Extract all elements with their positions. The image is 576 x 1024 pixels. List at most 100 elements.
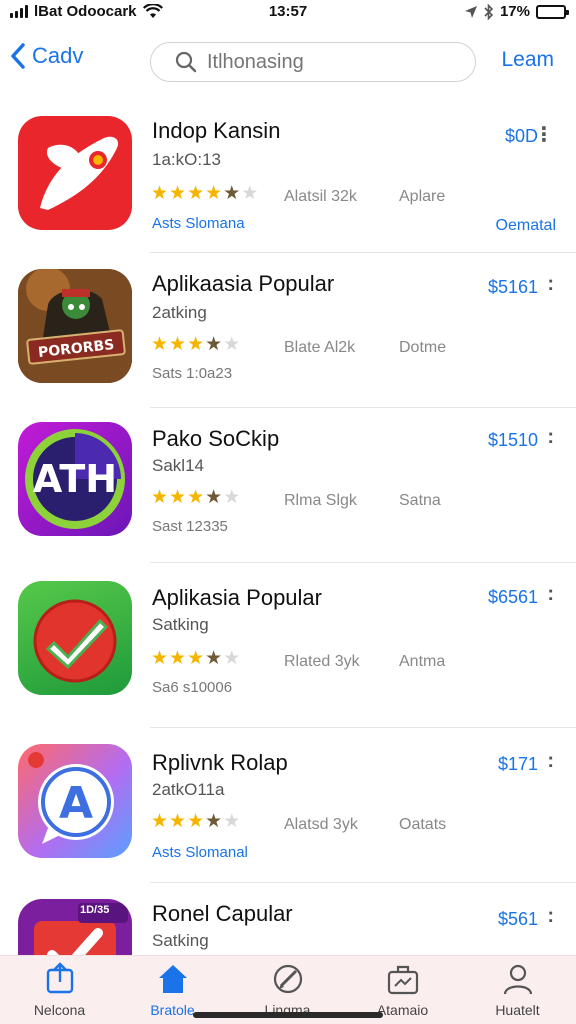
- list-item[interactable]: Ronel Capular Satking $561 :: [0, 883, 576, 958]
- battery-icon: [536, 4, 569, 19]
- star-rating: ★ ★ ★ ★ ★ ★: [151, 184, 258, 204]
- app-name[interactable]: Indop Kansin: [152, 118, 280, 144]
- pen-circle-icon: [273, 964, 302, 994]
- letter-a-chat-icon[interactable]: A: [18, 744, 132, 858]
- list-item[interactable]: Indop Kansin 1a:kO:13 ★ ★ ★ ★ ★ ★ Alatsil 32k…: [0, 98, 576, 253]
- star-icon: ★: [223, 334, 241, 355]
- back-label: Cadv: [32, 43, 84, 68]
- more-icon[interactable]: :: [547, 426, 554, 449]
- app-name[interactable]: Aplikasia Popular: [152, 585, 322, 611]
- app-category: Aplare: [399, 188, 446, 205]
- status-right: 17%: [464, 3, 569, 20]
- star-icon: ★: [151, 648, 169, 669]
- star-icon: ★: [223, 811, 241, 832]
- rating-count: Alatsil 32k: [284, 188, 357, 205]
- app-subtitle: Satking: [152, 931, 209, 950]
- app-category: Antma: [399, 653, 446, 670]
- green-check-icon[interactable]: [18, 581, 132, 695]
- list-item[interactable]: PORORBS Aplikaasia Popular 2atking ★ ★ ★ ★ ★…: [0, 253, 576, 408]
- app-action-link[interactable]: Oematal: [496, 217, 556, 235]
- back-button[interactable]: Cadv: [10, 42, 83, 70]
- home-indicator[interactable]: [193, 1012, 383, 1018]
- star-icon: ★: [205, 183, 223, 204]
- star-icon: ★: [169, 811, 187, 832]
- star-icon: ★: [169, 648, 187, 669]
- app-footer: Sast 12335: [152, 518, 228, 535]
- chevron-left-icon: [11, 43, 25, 69]
- more-icon[interactable]: :: [547, 273, 554, 296]
- list-item[interactable]: Aplikasia Popular Satking ★ ★ ★ ★ ★ Rlated 3…: [0, 563, 576, 728]
- app-subtitle: Sakl14: [152, 456, 204, 475]
- more-icon[interactable]: :: [547, 750, 554, 773]
- star-icon: ★: [205, 648, 223, 669]
- star-icon: ★: [241, 183, 259, 204]
- app-name[interactable]: Ronel Capular: [152, 901, 293, 927]
- purple-check-icon[interactable]: [18, 899, 132, 958]
- star-icon: ★: [169, 487, 187, 508]
- price-button[interactable]: $1510: [488, 430, 538, 451]
- price-button[interactable]: $6561: [488, 587, 538, 608]
- svg-text:A: A: [59, 778, 93, 829]
- star-icon: ★: [187, 811, 205, 832]
- download-box-icon: [46, 962, 73, 994]
- app-footer[interactable]: Asts Slomana: [152, 215, 245, 232]
- app-name[interactable]: Aplikaasia Popular: [152, 271, 334, 297]
- star-rating: ★ ★ ★ ★ ★: [151, 649, 240, 669]
- star-icon: ★: [151, 487, 169, 508]
- status-bar: lBat Odoocark 13:57 17%: [0, 0, 576, 24]
- app-footer[interactable]: Asts Slomanal: [152, 844, 248, 861]
- price-button[interactable]: $561: [498, 909, 538, 930]
- app-footer: Sats 1:0a23: [152, 365, 233, 382]
- more-icon[interactable]: :: [547, 583, 554, 606]
- list-item[interactable]: A Rplivnk Rolap 2atkO11a ★ ★ ★ ★ ★ Alatsd 3y…: [0, 728, 576, 883]
- search-input[interactable]: [207, 50, 447, 74]
- location-icon: [464, 5, 477, 18]
- tab-nelcona[interactable]: Nelcona: [2, 962, 117, 1022]
- person-icon: [503, 964, 532, 995]
- star-icon: ★: [223, 648, 241, 669]
- svg-text:ATH: ATH: [33, 457, 117, 501]
- star-icon: ★: [205, 811, 223, 832]
- search-icon: [175, 51, 197, 73]
- star-icon: ★: [151, 334, 169, 355]
- star-icon: ★: [169, 334, 187, 355]
- star-icon: ★: [205, 334, 223, 355]
- app-subtitle: 1a:kO:13: [152, 150, 221, 169]
- app-name[interactable]: Pako SoCkip: [152, 426, 279, 452]
- red-feather-icon[interactable]: [18, 116, 132, 230]
- star-icon: ★: [205, 487, 223, 508]
- star-icon: ★: [151, 183, 169, 204]
- tab-huatelt[interactable]: Huatelt: [460, 962, 575, 1022]
- rating-count: Blate Al2k: [284, 339, 356, 356]
- star-icon: ★: [223, 487, 241, 508]
- more-icon[interactable]: :: [547, 905, 554, 928]
- tab-label: Huatelt: [495, 1002, 540, 1018]
- price-button[interactable]: $5161: [488, 277, 538, 298]
- rating-count: Rlated 3yk: [284, 653, 360, 670]
- tab-label: Nelcona: [33, 1002, 86, 1018]
- learn-button[interactable]: Leam: [501, 48, 554, 72]
- star-icon: ★: [169, 183, 187, 204]
- app-subtitle: 2atkO11a: [152, 780, 225, 799]
- rating-count: Rlma Slgk: [284, 492, 357, 509]
- list-item[interactable]: ATH Pako SoCkip Sakl14 ★ ★ ★ ★ ★ Rlma Slgk S…: [0, 408, 576, 563]
- star-icon: ★: [187, 183, 205, 204]
- app-subtitle: 2atking: [152, 303, 207, 322]
- app-footer: Sa6 s10006: [152, 679, 233, 696]
- app-category: Dotme: [399, 339, 447, 356]
- star-icon: ★: [187, 487, 205, 508]
- star-icon: ★: [151, 811, 169, 832]
- app-name[interactable]: Rplivnk Rolap: [152, 750, 288, 776]
- search-bar[interactable]: [150, 42, 476, 82]
- game-character-icon[interactable]: PORORBS: [18, 269, 132, 383]
- more-icon[interactable]: ⋮: [534, 122, 554, 147]
- battery-percent: 17%: [499, 3, 530, 20]
- star-rating: ★ ★ ★ ★ ★: [151, 488, 240, 508]
- rating-count: Alatsd 3yk: [284, 816, 358, 833]
- star-icon: ★: [187, 334, 205, 355]
- price-button[interactable]: $171: [498, 754, 538, 775]
- app-category: Satna: [399, 492, 441, 509]
- ath-logo-icon[interactable]: ATH: [18, 422, 132, 536]
- star-icon: ★: [187, 648, 205, 669]
- bluetooth-icon: [484, 3, 494, 20]
